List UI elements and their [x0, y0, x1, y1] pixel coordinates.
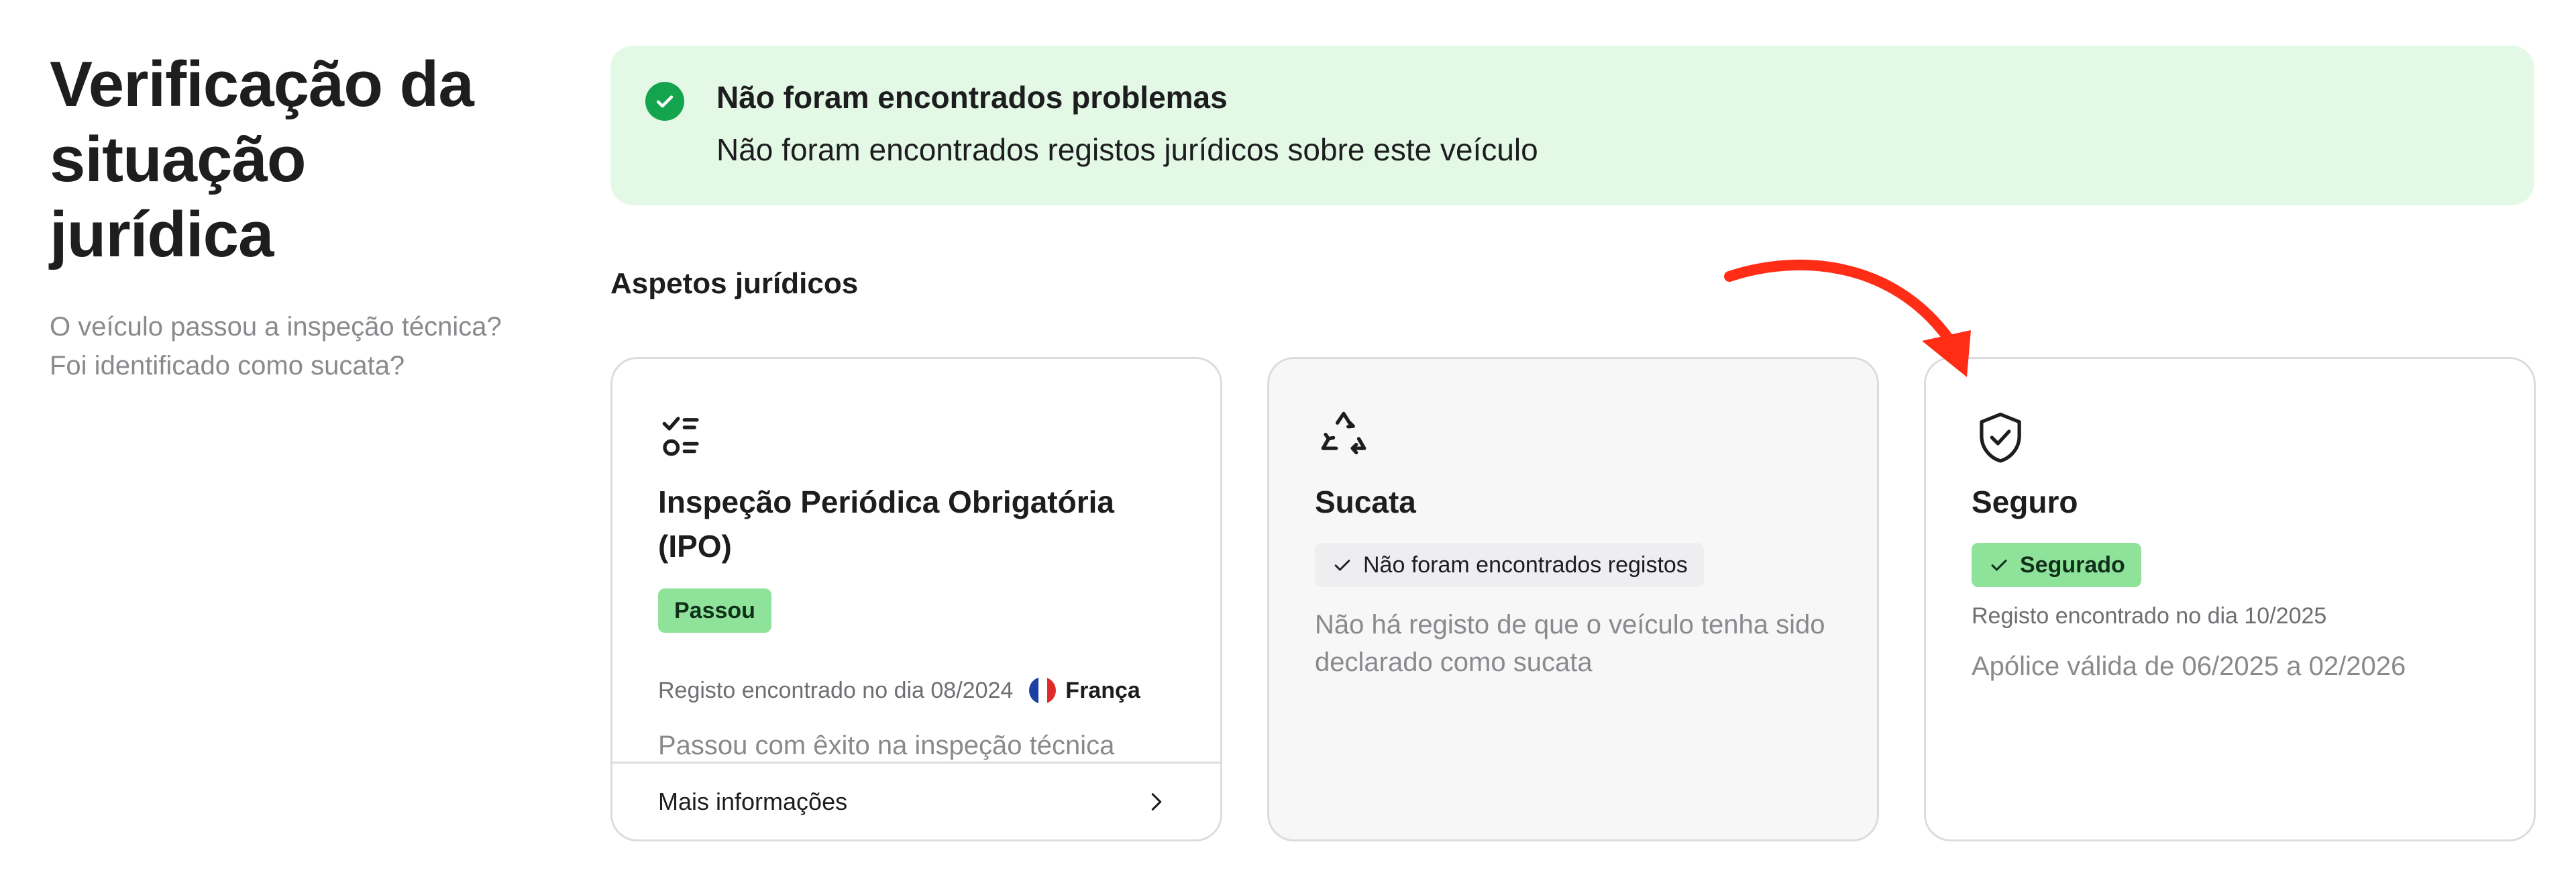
checklist-icon — [657, 407, 717, 468]
recycle-icon — [1313, 407, 1374, 468]
page-subtitle-line: O veículo passou a inspeção técnica? — [50, 312, 502, 342]
check-icon — [1334, 560, 1350, 571]
section-title: Aspetos jurídicos — [610, 267, 859, 300]
record-date: Registo encontrado no dia 08/2024 França — [658, 677, 1140, 704]
status-badge-label: Não foram encontrados registos — [1363, 552, 1688, 578]
card-description: Passou com êxito na inspeção técnica — [658, 731, 1115, 760]
france-flag-icon — [1029, 677, 1057, 704]
status-badge: Não foram encontrados registos — [1315, 543, 1704, 587]
page-subtitle-line: Foi identificado como sucata? — [50, 351, 405, 380]
shield-check-icon — [1970, 407, 2031, 468]
status-badge-label: Segurado — [2020, 552, 2125, 578]
banner-title: Não foram encontrados problemas — [716, 80, 1228, 115]
red-arrow-icon — [1724, 259, 1971, 377]
card-title: Seguro — [1972, 484, 2078, 519]
status-badge: Passou — [658, 588, 771, 633]
page-title: Verificação da situação jurídica — [50, 47, 546, 272]
status-banner: Não foram encontrados problemas Não fora… — [610, 46, 2534, 205]
card-description: Apólice válida de 06/2025 a 02/2026 — [1972, 652, 2406, 681]
page-title-line: jurídica — [50, 199, 274, 270]
check-icon — [1991, 560, 2007, 571]
check-circle-icon — [645, 82, 684, 121]
card-scrap: Sucata Não foram encontrados registos Nã… — [1267, 357, 1879, 841]
page-header: Verificação da situação jurídica O veícu… — [50, 47, 546, 385]
card-title: Sucata — [1315, 484, 1416, 519]
country-name: França — [1065, 677, 1140, 703]
status-badge: Segurado — [1972, 543, 2141, 587]
card-inspection: Inspeção Periódica Obrigatória (IPO) Pas… — [610, 357, 1222, 841]
card-insurance: Seguro Segurado Registo encontrado no di… — [1924, 357, 2536, 841]
record-date-text: Registo encontrado no dia 08/2024 — [658, 677, 1014, 703]
more-info-label: Mais informações — [658, 787, 848, 815]
page-subtitle: O veículo passou a inspeção técnica? Foi… — [50, 307, 546, 385]
banner-subtitle: Não foram encontrados registos jurídicos… — [716, 132, 1538, 167]
page-title-line: situação — [50, 123, 306, 195]
record-date: Registo encontrado no dia 10/2025 — [1972, 603, 2327, 629]
page-title-line: Verificação da — [50, 48, 474, 120]
chevron-right-icon — [1151, 792, 1162, 811]
card-title: Inspeção Periódica Obrigatória (IPO) — [658, 484, 1114, 564]
card-description: Não há registo de que o veículo tenha si… — [1315, 610, 1825, 677]
more-info-link[interactable]: Mais informações — [612, 762, 1220, 839]
